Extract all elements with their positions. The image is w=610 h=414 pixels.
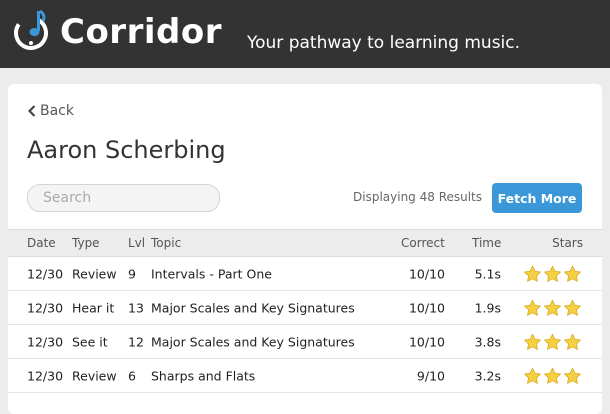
music-note-circle-icon[interactable] [13, 5, 49, 51]
column-header-stars[interactable]: Stars [552, 236, 583, 250]
cell-lvl: 9 [128, 266, 136, 281]
cell-type: Hear it [72, 300, 115, 315]
star-icon [544, 367, 561, 384]
top-bar: Corridor Your pathway to learning music. [0, 0, 610, 68]
table-row[interactable]: 12/30 Review 6 Sharps and Flats 9/10 3.2… [8, 359, 602, 393]
back-label: Back [40, 103, 74, 119]
cell-topic: Major Scales and Key Signatures [151, 334, 355, 349]
star-rating [523, 265, 582, 283]
cell-correct: 10/10 [408, 266, 445, 281]
cell-correct: 9/10 [416, 368, 445, 383]
cell-lvl: 13 [128, 300, 144, 315]
table-header: Date Type Lvl Topic Correct Time Stars [8, 229, 602, 257]
results-count: Displaying 48 Results [353, 190, 483, 204]
cell-time: 5.1s [474, 266, 501, 281]
tagline: Your pathway to learning music. [247, 33, 521, 53]
cell-date: 12/30 [27, 266, 64, 281]
column-header-date[interactable]: Date [27, 236, 56, 250]
cell-type: Review [72, 368, 117, 383]
cell-topic: Intervals - Part One [151, 266, 272, 281]
cell-topic: Sharps and Flats [151, 368, 256, 383]
star-icon [564, 333, 581, 350]
cell-correct: 10/10 [408, 300, 445, 315]
table-row[interactable]: 12/30 Review 9 Intervals - Part One 10/1… [8, 257, 602, 291]
cell-time: 1.9s [474, 300, 501, 315]
star-rating [523, 299, 582, 317]
cell-topic: Major Scales and Key Signatures [151, 300, 355, 315]
star-icon [544, 299, 561, 316]
star-icon [564, 265, 581, 282]
star-icon [544, 265, 561, 282]
results-table: Date Type Lvl Topic Correct Time Stars 1… [8, 229, 602, 393]
brand-name[interactable]: Corridor [60, 12, 222, 52]
cell-time: 3.2s [474, 368, 501, 383]
star-icon [524, 299, 541, 316]
star-icon [524, 367, 541, 384]
column-header-time[interactable]: Time [472, 236, 501, 250]
fetch-more-button[interactable]: Fetch More [492, 183, 582, 213]
star-icon [564, 299, 581, 316]
chevron-left-icon [28, 105, 36, 117]
cell-date: 12/30 [27, 300, 64, 315]
star-icon [564, 367, 581, 384]
cell-correct: 10/10 [408, 334, 445, 349]
search-input[interactable] [27, 184, 220, 212]
star-rating [523, 333, 582, 351]
cell-date: 12/30 [27, 334, 64, 349]
page-title: Aaron Scherbing [27, 136, 226, 164]
column-header-correct[interactable]: Correct [401, 236, 445, 250]
cell-type: See it [72, 334, 108, 349]
star-rating [523, 367, 582, 385]
cell-type: Review [72, 266, 117, 281]
session-card: Back Aaron Scherbing Displaying 48 Resul… [8, 84, 602, 414]
table-row[interactable]: 12/30 Hear it 13 Major Scales and Key Si… [8, 291, 602, 325]
column-header-topic[interactable]: Topic [151, 236, 181, 250]
back-link[interactable]: Back [28, 103, 74, 119]
cell-lvl: 6 [128, 368, 136, 383]
cell-time: 3.8s [474, 334, 501, 349]
table-row[interactable]: 12/30 See it 12 Major Scales and Key Sig… [8, 325, 602, 359]
cell-date: 12/30 [27, 368, 64, 383]
cell-lvl: 12 [128, 334, 144, 349]
star-icon [524, 265, 541, 282]
star-icon [544, 333, 561, 350]
star-icon [524, 333, 541, 350]
column-header-lvl[interactable]: Lvl [128, 236, 145, 250]
column-header-type[interactable]: Type [72, 236, 100, 250]
